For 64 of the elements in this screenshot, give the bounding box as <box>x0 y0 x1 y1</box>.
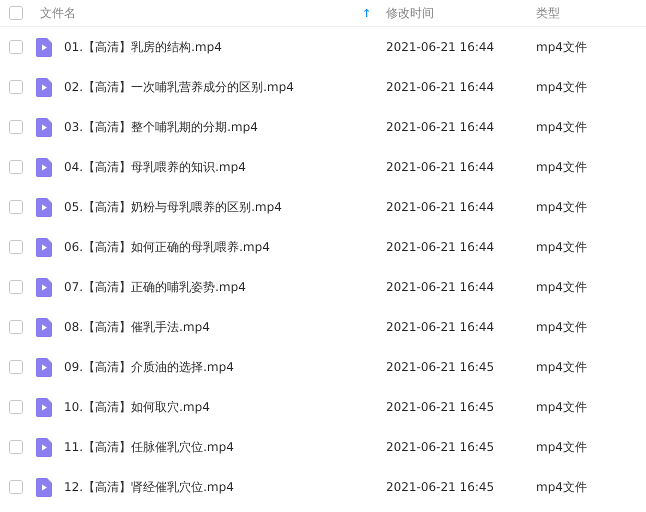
file-type: mp4文件 <box>536 318 587 336</box>
modified-time: 2021-06-21 16:45 <box>386 480 496 494</box>
file-type: mp4文件 <box>536 438 587 456</box>
modified-time: 2021-06-21 16:44 <box>386 120 496 134</box>
file-type: mp4文件 <box>536 78 587 96</box>
modified-time: 2021-06-21 16:45 <box>386 360 496 374</box>
video-file-icon <box>36 398 52 416</box>
select-all-checkbox[interactable] <box>9 6 23 20</box>
video-file-icon <box>36 358 52 376</box>
row-checkbox[interactable] <box>9 200 23 214</box>
file-name[interactable]: 03.【高清】整个哺乳期的分期.mp4 <box>64 118 258 136</box>
file-name[interactable]: 09.【高清】介质油的选择.mp4 <box>64 358 234 376</box>
file-name[interactable]: 10.【高清】如何取穴.mp4 <box>64 398 210 416</box>
modified-time: 2021-06-21 16:44 <box>386 200 496 214</box>
column-header[interactable]: 文件名 <box>40 4 76 22</box>
video-file-icon <box>36 318 52 336</box>
file-name[interactable]: 05.【高清】奶粉与母乳喂养的区别.mp4 <box>64 198 282 216</box>
row-checkbox[interactable] <box>9 440 23 454</box>
row-checkbox[interactable] <box>9 80 23 94</box>
file-type: mp4文件 <box>536 358 587 376</box>
video-file-icon <box>36 78 52 96</box>
video-file-icon <box>36 198 52 216</box>
file-name[interactable]: 11.【高清】任脉催乳穴位.mp4 <box>64 438 234 456</box>
row-checkbox[interactable] <box>9 320 23 334</box>
file-type: mp4文件 <box>536 118 587 136</box>
modified-time: 2021-06-21 16:44 <box>386 240 496 254</box>
video-file-icon <box>36 478 52 496</box>
file-name[interactable]: 02.【高清】一次哺乳营养成分的区别.mp4 <box>64 78 294 96</box>
modified-time: 2021-06-21 16:44 <box>386 40 496 54</box>
file-type: mp4文件 <box>536 278 587 296</box>
row-checkbox[interactable] <box>9 120 23 134</box>
video-file-icon <box>36 238 52 256</box>
file-type: mp4文件 <box>536 198 587 216</box>
modified-time: 2021-06-21 16:45 <box>386 440 496 454</box>
video-file-icon <box>36 278 52 296</box>
file-type: mp4文件 <box>536 158 587 176</box>
file-name[interactable]: 06.【高清】如何正确的母乳喂养.mp4 <box>64 238 270 256</box>
row-checkbox[interactable] <box>9 480 23 494</box>
file-name[interactable]: 12.【高清】肾经催乳穴位.mp4 <box>64 478 234 496</box>
file-type: mp4文件 <box>536 478 587 496</box>
file-name[interactable]: 01.【高清】乳房的结构.mp4 <box>64 38 222 56</box>
modified-time: 2021-06-21 16:45 <box>386 400 496 414</box>
row-checkbox[interactable] <box>9 160 23 174</box>
modified-time: 2021-06-21 16:44 <box>386 280 496 294</box>
video-file-icon <box>36 38 52 56</box>
row-checkbox[interactable] <box>9 360 23 374</box>
file-name[interactable]: 07.【高清】正确的哺乳姿势.mp4 <box>64 278 246 296</box>
row-checkbox[interactable] <box>9 280 23 294</box>
file-type: mp4文件 <box>536 38 587 56</box>
row-checkbox[interactable] <box>9 240 23 254</box>
file-type: mp4文件 <box>536 398 587 416</box>
file-name[interactable]: 08.【高清】催乳手法.mp4 <box>64 318 210 336</box>
row-checkbox[interactable] <box>9 400 23 414</box>
modified-time: 2021-06-21 16:44 <box>386 80 496 94</box>
file-name[interactable]: 04.【高清】母乳喂养的知识.mp4 <box>64 158 246 176</box>
video-file-icon <box>36 118 52 136</box>
column-header[interactable]: 类型 <box>536 4 560 22</box>
video-file-icon <box>36 158 52 176</box>
modified-time: 2021-06-21 16:44 <box>386 160 496 174</box>
row-checkbox[interactable] <box>9 40 23 54</box>
video-file-icon <box>36 438 52 456</box>
column-header[interactable]: 修改时间 <box>386 4 536 22</box>
file-type: mp4文件 <box>536 238 587 256</box>
modified-time: 2021-06-21 16:44 <box>386 320 496 334</box>
